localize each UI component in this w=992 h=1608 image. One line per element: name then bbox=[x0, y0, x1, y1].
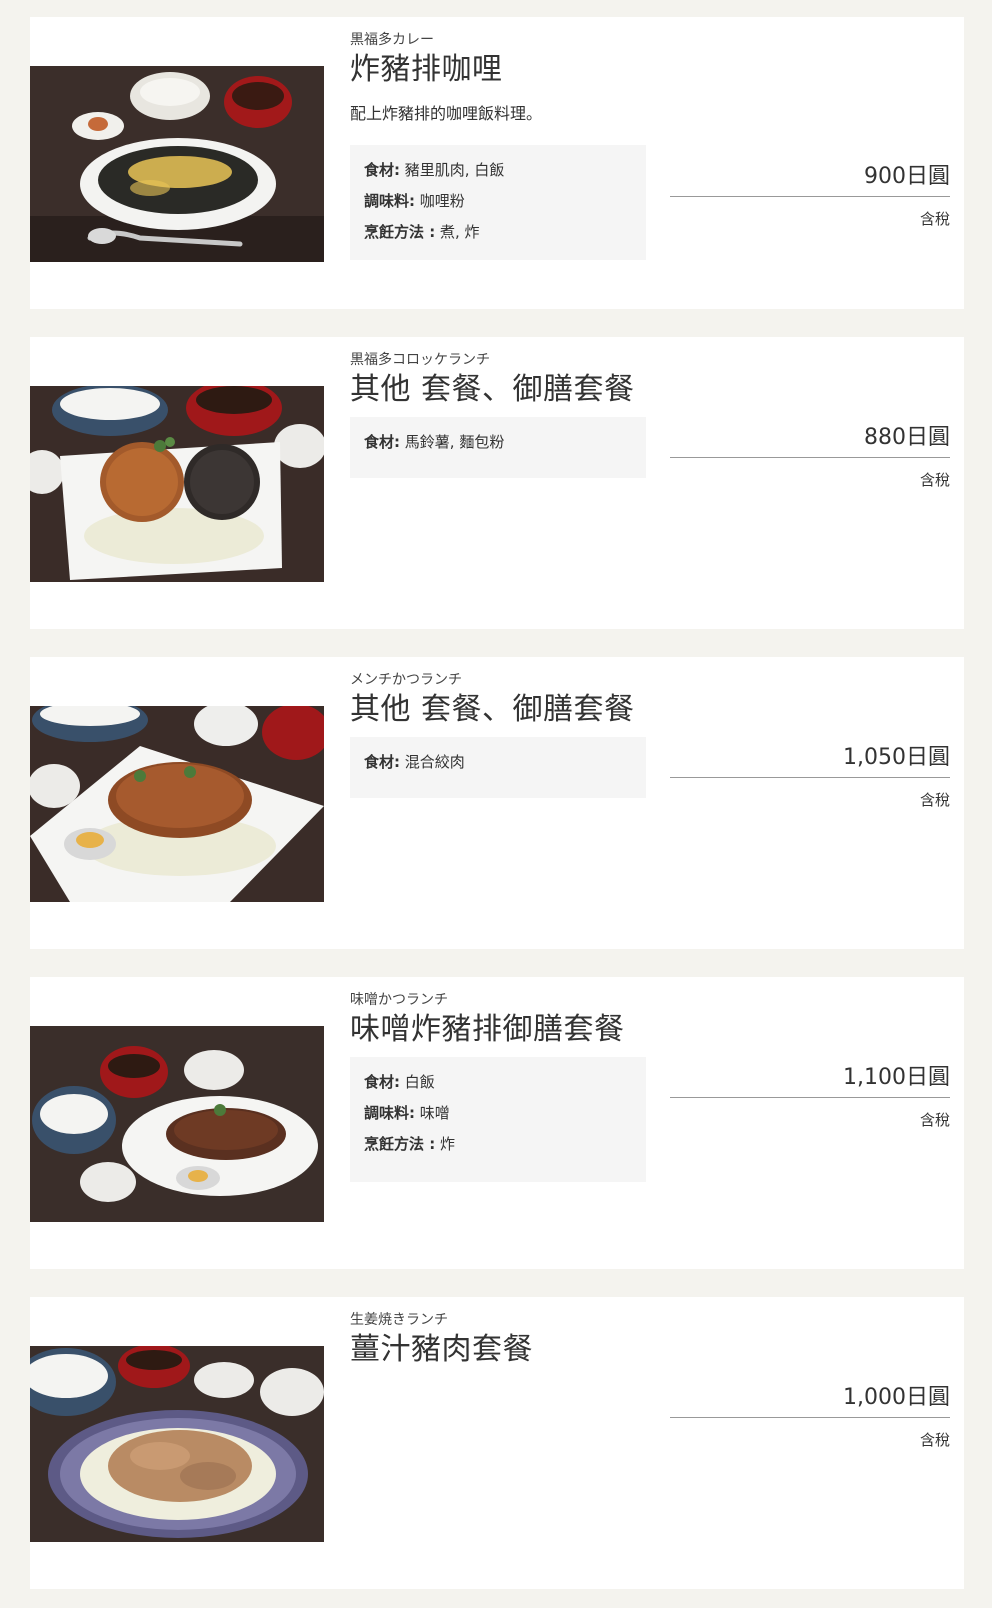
spec-seasoning-value: 味噌 bbox=[419, 1104, 450, 1122]
dish-info: 黒福多カレー 炸豬排咖哩 配上炸豬排的咖哩飯料理。 食材: 豬里肌肉, 白飯 調… bbox=[350, 31, 646, 260]
dish-info: 味噌かつランチ 味噌炸豬排御膳套餐 食材: 白飯 調味料: 味噌 烹飪方法 : … bbox=[350, 991, 646, 1182]
spec-seasoning-label: 調味料: bbox=[364, 1104, 415, 1122]
spec-ingredients: 食材: 混合絞肉 bbox=[364, 747, 632, 778]
spec-ingredients-value: 白飯 bbox=[404, 1073, 435, 1091]
spec-ingredients: 食材: 豬里肌肉, 白飯 bbox=[364, 155, 632, 186]
price-area: 880日圓 含稅 bbox=[670, 423, 950, 490]
price-area: 1,100日圓 含稅 bbox=[670, 1063, 950, 1130]
spec-seasoning: 調味料: 味噌 bbox=[364, 1098, 632, 1129]
tax-note: 含稅 bbox=[919, 1431, 950, 1449]
menu-card: 生姜焼きランチ 薑汁豬肉套餐 1,000日圓 含稅 bbox=[30, 1297, 964, 1589]
dish-price: 1,100日圓 bbox=[670, 1063, 950, 1098]
spec-ingredients-value: 馬鈴薯, 麵包粉 bbox=[404, 433, 505, 451]
spec-seasoning: 調味料: 咖哩粉 bbox=[364, 186, 632, 217]
spec-method-value: 炸 bbox=[440, 1135, 456, 1153]
dish-photo-katsu-curry[interactable] bbox=[30, 66, 324, 262]
spec-method-value: 煮, 炸 bbox=[440, 223, 480, 241]
spec-method-label: 烹飪方法 : bbox=[364, 1135, 436, 1153]
dish-specs: 食材: 馬鈴薯, 麵包粉 bbox=[350, 417, 646, 478]
tax-note: 含稅 bbox=[919, 1111, 950, 1129]
spec-ingredients: 食材: 白飯 bbox=[364, 1067, 632, 1098]
spec-method: 烹飪方法 : 煮, 炸 bbox=[364, 217, 632, 248]
tax-note: 含稅 bbox=[919, 791, 950, 809]
dish-specs: 食材: 豬里肌肉, 白飯 調味料: 咖哩粉 烹飪方法 : 煮, 炸 bbox=[350, 145, 646, 260]
katsu-curry-image bbox=[30, 66, 324, 262]
dish-subname: 生姜焼きランチ bbox=[350, 1312, 448, 1328]
menu-card: メンチかつランチ 其他 套餐、御膳套餐 食材: 混合絞肉 1,050日圓 含稅 bbox=[30, 657, 964, 949]
croquette-lunch-image bbox=[30, 386, 324, 582]
spec-ingredients: 食材: 馬鈴薯, 麵包粉 bbox=[364, 427, 632, 458]
spec-ingredients-label: 食材: bbox=[364, 161, 400, 179]
spec-method: 烹飪方法 : 炸 bbox=[364, 1129, 632, 1160]
spec-seasoning-value: 咖哩粉 bbox=[419, 192, 465, 210]
price-area: 1,000日圓 含稅 bbox=[670, 1383, 950, 1450]
spec-ingredients-label: 食材: bbox=[364, 1073, 400, 1091]
dish-subname: メンチかつランチ bbox=[350, 672, 462, 688]
dish-photo-miso-katsu-lunch[interactable] bbox=[30, 1026, 324, 1222]
dish-info: 黒福多コロッケランチ 其他 套餐、御膳套餐 食材: 馬鈴薯, 麵包粉 bbox=[350, 351, 646, 478]
spec-ingredients-label: 食材: bbox=[364, 753, 400, 771]
dish-title[interactable]: 薑汁豬肉套餐 bbox=[350, 1331, 646, 1369]
dish-info: 生姜焼きランチ 薑汁豬肉套餐 bbox=[350, 1311, 646, 1369]
tax-note: 含稅 bbox=[919, 471, 950, 489]
dish-title[interactable]: 其他 套餐、御膳套餐 bbox=[350, 371, 646, 409]
dish-title[interactable]: 味噌炸豬排御膳套餐 bbox=[350, 1011, 646, 1049]
price-area: 1,050日圓 含稅 bbox=[670, 743, 950, 810]
dish-subname: 黒福多コロッケランチ bbox=[350, 352, 490, 368]
dish-photo-menchi-katsu-lunch[interactable] bbox=[30, 706, 324, 902]
dish-photo-ginger-pork-lunch[interactable] bbox=[30, 1346, 324, 1542]
dish-info: メンチかつランチ 其他 套餐、御膳套餐 食材: 混合絞肉 bbox=[350, 671, 646, 798]
dish-price: 1,050日圓 bbox=[670, 743, 950, 778]
dish-price: 1,000日圓 bbox=[670, 1383, 950, 1418]
ginger-pork-lunch-image bbox=[30, 1346, 324, 1542]
tax-note: 含稅 bbox=[919, 210, 950, 228]
dish-description: 配上炸豬排的咖哩飯料理。 bbox=[350, 104, 543, 123]
spec-ingredients-label: 食材: bbox=[364, 433, 400, 451]
dish-title[interactable]: 炸豬排咖哩 bbox=[350, 51, 646, 89]
dish-price: 880日圓 bbox=[670, 423, 950, 458]
menu-card: 味噌かつランチ 味噌炸豬排御膳套餐 食材: 白飯 調味料: 味噌 烹飪方法 : … bbox=[30, 977, 964, 1269]
miso-katsu-lunch-image bbox=[30, 1026, 324, 1222]
spec-ingredients-value: 豬里肌肉, 白飯 bbox=[404, 161, 505, 179]
spec-ingredients-value: 混合絞肉 bbox=[404, 753, 465, 771]
spec-method-label: 烹飪方法 : bbox=[364, 223, 436, 241]
menu-card: 黒福多コロッケランチ 其他 套餐、御膳套餐 食材: 馬鈴薯, 麵包粉 880日圓… bbox=[30, 337, 964, 629]
menu-card: 黒福多カレー 炸豬排咖哩 配上炸豬排的咖哩飯料理。 食材: 豬里肌肉, 白飯 調… bbox=[30, 17, 964, 309]
dish-price: 900日圓 bbox=[670, 162, 950, 197]
spec-seasoning-label: 調味料: bbox=[364, 192, 415, 210]
dish-subname: 黒福多カレー bbox=[350, 32, 434, 48]
dish-title[interactable]: 其他 套餐、御膳套餐 bbox=[350, 691, 646, 729]
dish-specs: 食材: 白飯 調味料: 味噌 烹飪方法 : 炸 bbox=[350, 1057, 646, 1182]
dish-subname: 味噌かつランチ bbox=[350, 992, 448, 1008]
dish-specs: 食材: 混合絞肉 bbox=[350, 737, 646, 798]
dish-photo-croquette-lunch[interactable] bbox=[30, 386, 324, 582]
price-area: 900日圓 含稅 bbox=[670, 162, 950, 229]
menchi-katsu-lunch-image bbox=[30, 706, 324, 902]
